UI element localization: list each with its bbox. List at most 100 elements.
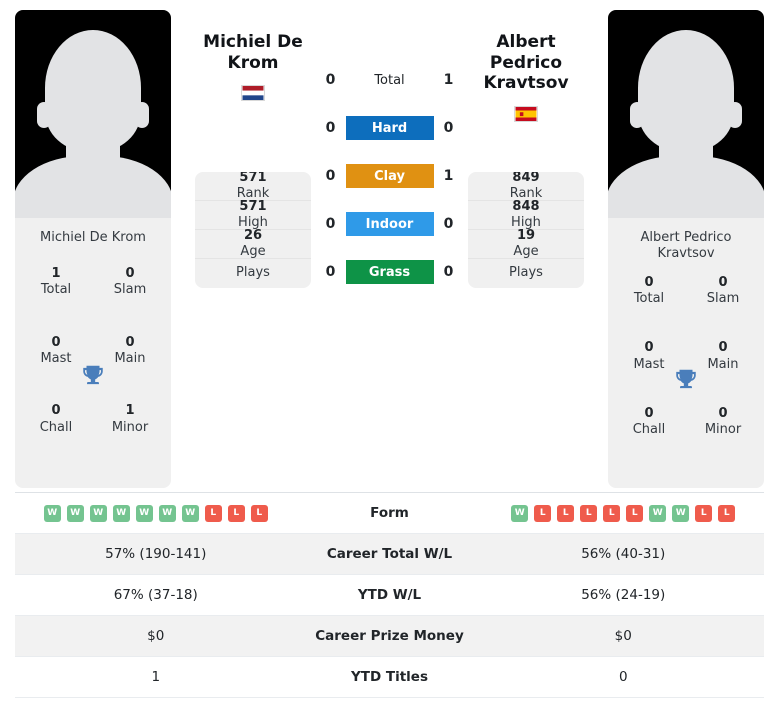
row-label-career-prize-money: Career Prize Money	[315, 628, 464, 644]
row-label-form: Form	[370, 505, 409, 521]
stat-age-label-right: Age	[513, 244, 539, 259]
stat-rank-value-left: 571	[239, 172, 267, 185]
form-badge-win: W	[135, 504, 153, 522]
titles-total-right: 0 Total	[612, 275, 686, 341]
h2h-total-left: 0	[325, 72, 336, 88]
form-badge-loss: L	[718, 504, 736, 522]
h2h-row-clay: 0 Clay 1	[311, 164, 468, 188]
ytd-titles-left: 1	[151, 669, 161, 685]
titles-chall-label-right: Chall	[632, 422, 666, 438]
career-prize-money-right: $0	[614, 628, 632, 644]
player-card-name-right: Albert Pedrico Kravtsov	[608, 218, 764, 273]
table-row: $0 Career Prize Money $0	[15, 616, 764, 657]
career-total-wl-right: 56% (40-31)	[581, 546, 666, 562]
ytd-titles-right: 0	[618, 669, 628, 685]
titles-slam-value-left: 0	[125, 266, 135, 281]
h2h-row-indoor: 0 Indoor 0	[311, 212, 468, 236]
table-row: 57% (190-141) Career Total W/L 56% (40-3…	[15, 534, 764, 575]
titles-total-label-right: Total	[633, 290, 665, 306]
form-badge-win: W	[66, 504, 84, 522]
titles-total-left: 1 Total	[19, 266, 93, 335]
head-to-head-surfaces: 0 Total 1 0 Hard 0 0 Clay 1 0 Indoor 0 0	[311, 10, 468, 308]
h2h-clay-label[interactable]: Clay	[345, 164, 434, 188]
avatar-body	[608, 156, 764, 218]
form-badge-win: W	[181, 504, 199, 522]
form-badge-loss: L	[626, 504, 644, 522]
titles-main-value-left: 0	[125, 334, 135, 350]
titles-slam-left: 0 Slam	[93, 266, 167, 335]
form-badge-loss: L	[204, 504, 222, 522]
player-card-name-line2-right: Kravtsov	[657, 246, 715, 262]
titles-slam-right: 0 Slam	[686, 275, 760, 341]
player-card-left[interactable]: Michiel De Krom 1 Total 0 Slam 0 Mast 0 …	[15, 10, 171, 488]
h2h-row-hard: 0 Hard 0	[311, 116, 468, 140]
titles-total-value-left: 1	[51, 266, 61, 281]
titles-chall-left: 0 Chall	[19, 403, 93, 472]
stat-age-right: 19 Age	[468, 228, 584, 259]
titles-grid-right: 0 Total 0 Slam 0 Mast 0 Main 0 Chall 0 M…	[608, 273, 764, 489]
titles-chall-value-right: 0	[644, 406, 654, 422]
titles-minor-value-left: 1	[125, 403, 135, 419]
form-badge-loss: L	[557, 504, 575, 522]
player-name-header-right: Albert Pedrico Kravtsov	[468, 32, 584, 148]
stat-strip-right: 849 Rank 848 High 19 Age Plays	[468, 172, 584, 288]
form-badge-win: W	[511, 504, 529, 522]
form-badge-win: W	[649, 504, 667, 522]
avatar-ear-left	[37, 102, 51, 128]
left-center-column: Michiel De Krom 571 Rank 571 High 26 Age…	[195, 10, 311, 288]
titles-chall-right: 0 Chall	[612, 406, 686, 472]
table-row: 1 YTD Titles 0	[15, 657, 764, 698]
row-label-ytd-wl: YTD W/L	[357, 587, 422, 603]
player-comparison-page: Michiel De Krom 1 Total 0 Slam 0 Mast 0 …	[0, 0, 779, 719]
titles-minor-right: 0 Minor	[686, 406, 760, 472]
h2h-hard-label[interactable]: Hard	[345, 116, 434, 140]
form-badge-win: W	[89, 504, 107, 522]
h2h-grass-right: 0	[443, 264, 454, 280]
trophy-icon	[676, 369, 696, 389]
row-label-ytd-titles: YTD Titles	[351, 669, 428, 685]
stat-high-value-right: 848	[512, 198, 540, 214]
table-row: WWWWWWWLLL Form WLLLLLWWLL	[15, 493, 764, 534]
titles-total-label-left: Total	[40, 282, 72, 298]
player-name-line2-right: Kravtsov	[483, 73, 569, 94]
flag-netherlands-icon	[241, 85, 265, 102]
h2h-indoor-label[interactable]: Indoor	[345, 212, 434, 236]
player-card-name-left: Michiel De Krom	[40, 230, 146, 245]
stat-plays-label-right: Plays	[509, 265, 543, 281]
h2h-row-total: 0 Total 1	[311, 68, 468, 92]
player-name-header-left: Michiel De Krom	[195, 32, 311, 148]
player-name-line2-left: Krom	[227, 52, 279, 73]
h2h-total-label: Total	[374, 72, 405, 88]
form-badge-loss: L	[534, 504, 552, 522]
titles-minor-label-left: Minor	[111, 419, 149, 435]
form-badge-win: W	[43, 504, 61, 522]
avatar-ear-right	[728, 102, 742, 128]
stat-plays-label-left: Plays	[236, 265, 270, 281]
stat-high-value-left: 571	[239, 198, 267, 214]
stat-age-value-left: 26	[243, 227, 263, 243]
form-badge-loss: L	[603, 504, 621, 522]
titles-slam-label-right: Slam	[706, 290, 740, 306]
stat-age-label-left: Age	[240, 244, 266, 259]
stat-high-left: 571 High	[195, 198, 311, 230]
player-card-name-line1-right: Albert Pedrico	[640, 230, 732, 245]
player-card-right[interactable]: Albert Pedrico Kravtsov 0 Total 0 Slam 0…	[608, 10, 764, 488]
titles-total-value-right: 0	[644, 274, 654, 290]
titles-minor-label-right: Minor	[704, 422, 742, 438]
career-total-wl-left: 57% (190-141)	[105, 546, 207, 562]
form-badge-loss: L	[695, 504, 713, 522]
h2h-row-grass: 0 Grass 0	[311, 260, 468, 284]
h2h-grass-left: 0	[325, 264, 336, 280]
stat-strip-left: 571 Rank 571 High 26 Age Plays	[195, 172, 311, 288]
row-label-career-total-wl: Career Total W/L	[326, 546, 453, 562]
form-badge-win: W	[158, 504, 176, 522]
ytd-wl-right: 56% (24-19)	[581, 587, 666, 603]
h2h-indoor-right: 0	[443, 216, 454, 232]
career-prize-money-left: $0	[147, 628, 165, 644]
stat-plays-right: Plays	[468, 259, 584, 288]
player-flag-left	[195, 85, 311, 102]
right-center-column: Albert Pedrico Kravtsov 849 Rank 848 Hig…	[468, 10, 584, 288]
h2h-grass-label[interactable]: Grass	[345, 260, 434, 284]
h2h-indoor-left: 0	[325, 216, 336, 232]
player-photo-right	[608, 10, 764, 218]
